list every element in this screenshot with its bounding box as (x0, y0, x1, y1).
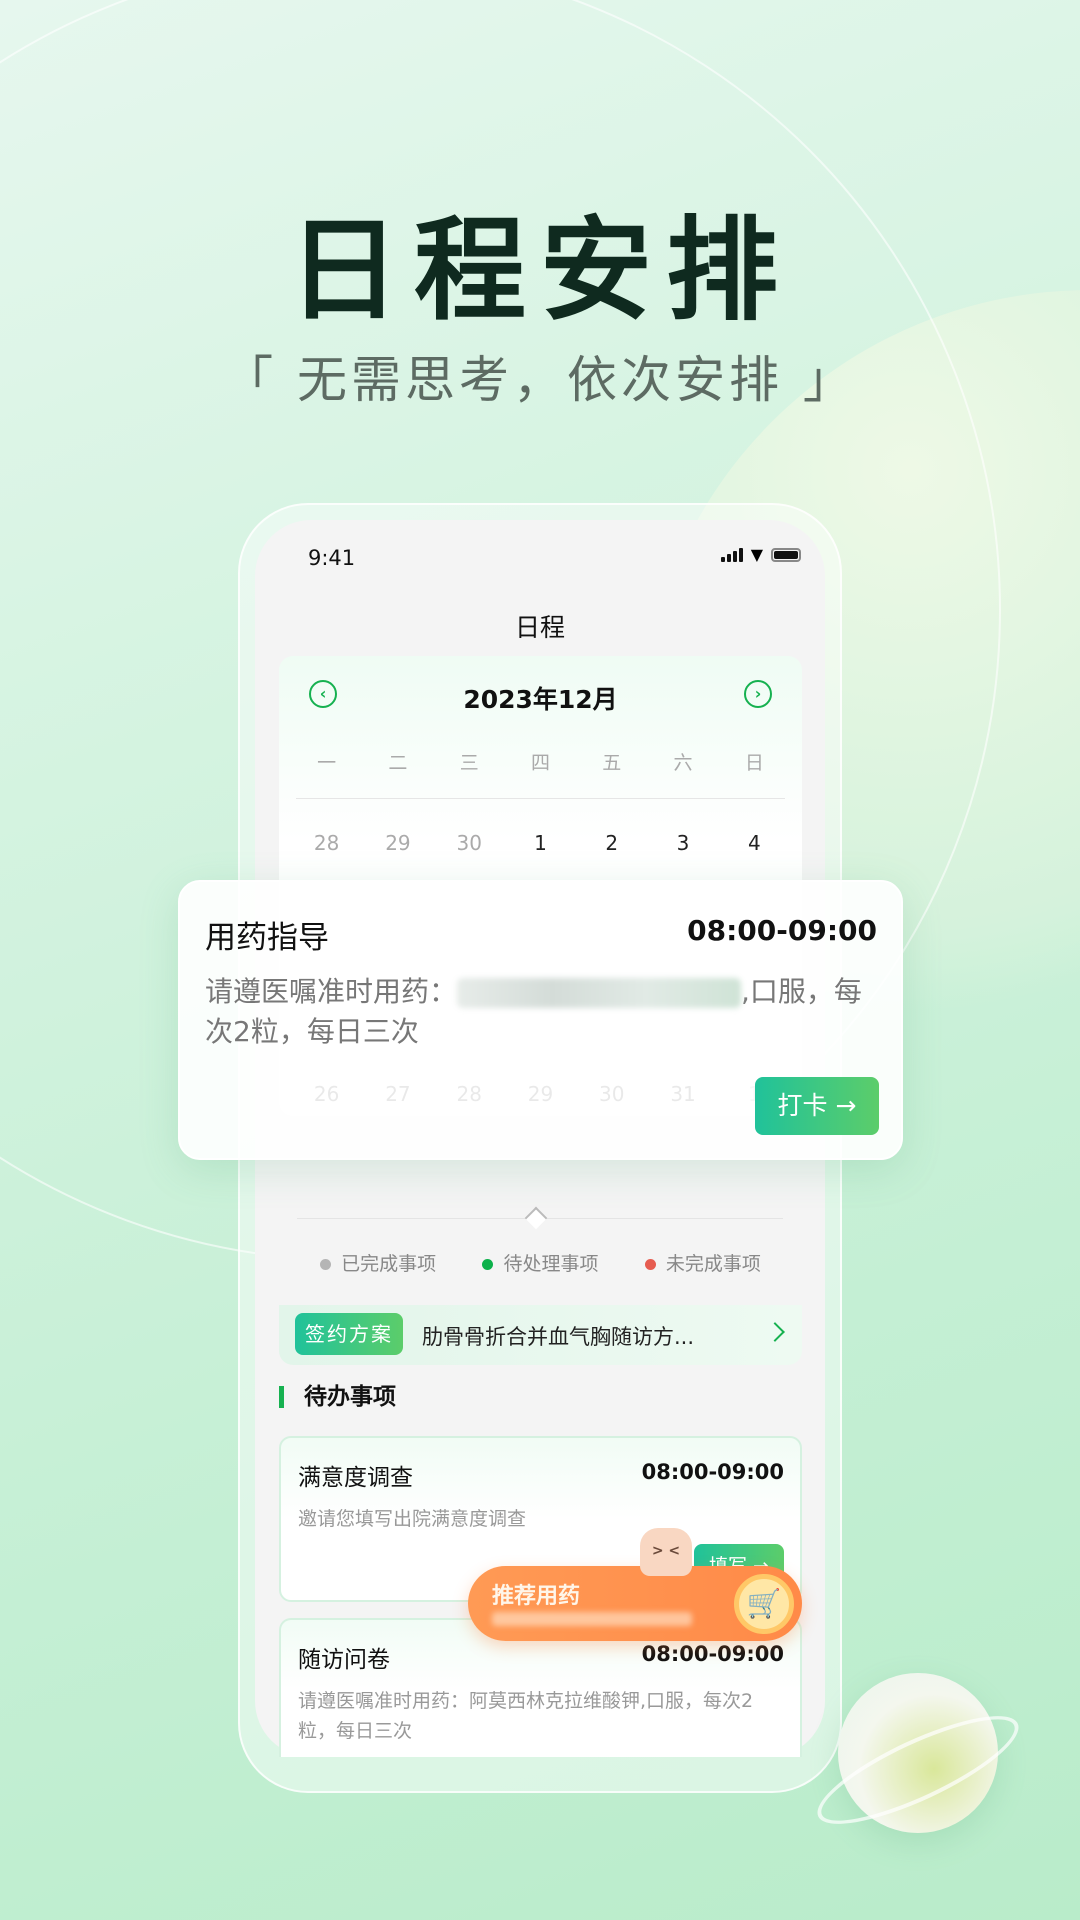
date-row: 28 29 30 1 2 3 4 (291, 831, 790, 855)
todo-body: 邀请您填写出院满意度调查 (298, 1508, 527, 1530)
dot-icon (644, 1258, 656, 1270)
hero-subtitle: 「 无需思考，依次安排 」 (223, 351, 857, 409)
status-icons: ▼ (720, 545, 801, 564)
recommend-medication-button[interactable]: 推荐用药 🛒 (468, 1566, 802, 1641)
todo-body: 请遵医嘱准时用药：阿莫西林克拉维酸钾,口服，每次2粒，每日三次 (298, 1690, 754, 1742)
legend-label: 待处理事项 (503, 1252, 599, 1275)
card-body: 请遵医嘱准时用药： ,口服，每次2粒，每日三次 (205, 972, 881, 1052)
owl-mascot-icon: > < (640, 1528, 692, 1576)
weekday: 日 (744, 752, 764, 774)
recommend-title: 推荐用药 (492, 1584, 581, 1609)
weekday: 一 (317, 752, 337, 774)
legend-item: 已完成事项 (320, 1249, 436, 1276)
medication-card[interactable]: 用药指导 08:00-09:00 请遵医嘱准时用药： ,口服，每次2粒，每日三次 … (178, 880, 903, 1160)
chevron-up-icon[interactable] (524, 1206, 548, 1230)
date-cell[interactable]: 1 (505, 831, 576, 855)
todo-time: 08:00-09:00 (641, 1642, 784, 1666)
date-cell[interactable]: 30 (434, 831, 505, 855)
battery-icon (771, 548, 801, 562)
chevron-right-icon (765, 1322, 785, 1342)
signal-icon (720, 548, 743, 562)
date-cell[interactable]: 29 (362, 831, 433, 855)
weekday: 四 (530, 752, 550, 774)
weekday: 三 (459, 752, 479, 774)
hero-title: 日程安排 (288, 206, 792, 336)
month-label: 2023年12月 (463, 685, 618, 714)
date-cell[interactable]: 4 (719, 831, 790, 855)
page-title: 日程 (514, 613, 565, 642)
legend-label: 未完成事项 (665, 1252, 761, 1275)
next-month-button[interactable]: › (744, 680, 772, 708)
todo-heading: 待办事项 (279, 1386, 396, 1409)
todo-title: 随访问卷 (298, 1647, 390, 1673)
weekday: 六 (673, 752, 693, 774)
date-cell[interactable]: 28 (291, 831, 362, 855)
blurred-subtitle (492, 1612, 692, 1626)
weekday: 二 (388, 752, 408, 774)
checkin-button[interactable]: 打卡 → (755, 1077, 879, 1135)
legend-label: 已完成事项 (341, 1252, 437, 1275)
legend-item: 未完成事项 (644, 1249, 761, 1276)
status-time: 9:41 (308, 546, 356, 570)
date-cell[interactable]: 2 (576, 831, 647, 855)
weekday-row: 一二三四五六日 (291, 748, 790, 775)
dot-icon (482, 1258, 494, 1270)
card-time: 08:00-09:00 (687, 914, 877, 947)
legend-item: 待处理事项 (482, 1249, 599, 1276)
body-prefix: 请遵医嘱准时用药： (205, 975, 458, 1008)
card-title: 用药指导 (205, 920, 329, 956)
todo-title: 满意度调查 (298, 1465, 413, 1491)
plan-banner[interactable]: 签约方案 肋骨骨折合并血气胸随访方... (279, 1305, 802, 1365)
plan-text: 肋骨骨折合并血气胸随访方... (422, 1325, 695, 1349)
weekday: 五 (602, 752, 622, 774)
date-cell[interactable]: 3 (647, 831, 718, 855)
dot-icon (320, 1258, 332, 1270)
plan-tag: 签约方案 (295, 1313, 403, 1355)
blurred-drug-name (457, 978, 742, 1008)
divider (296, 798, 785, 799)
cart-icon: 🛒 (734, 1574, 794, 1634)
todo-time: 08:00-09:00 (641, 1460, 784, 1484)
wifi-icon: ▼ (750, 545, 763, 564)
status-legend: 已完成事项 待处理事项 未完成事项 (297, 1238, 784, 1286)
